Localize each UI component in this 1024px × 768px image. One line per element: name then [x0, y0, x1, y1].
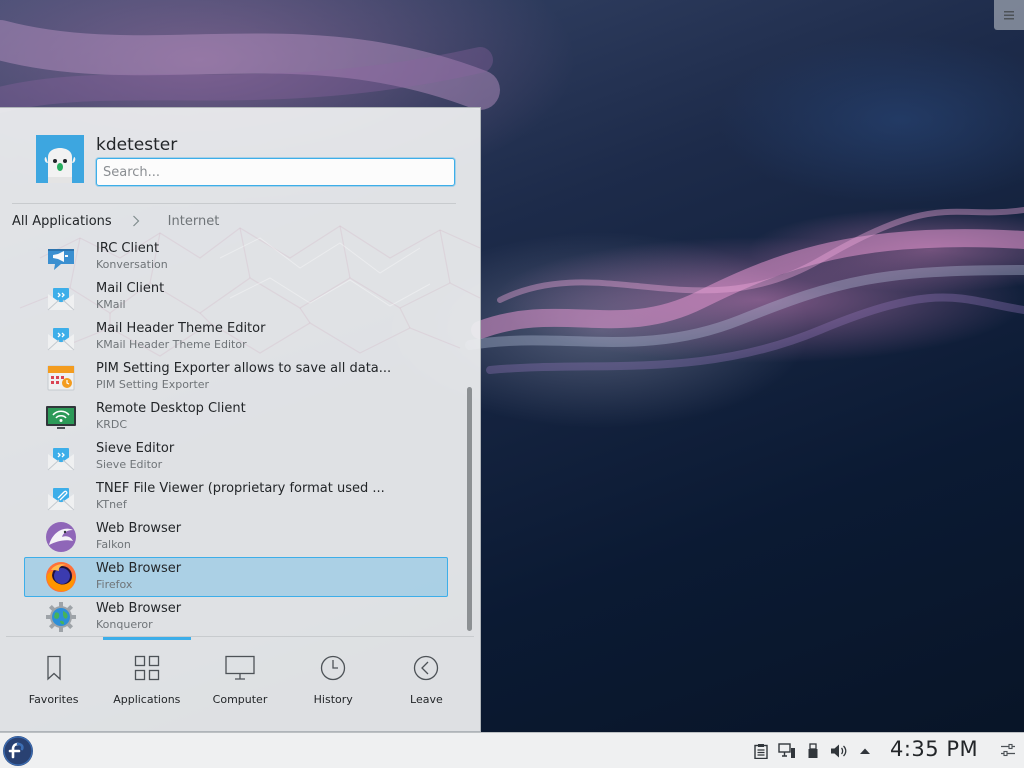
list-item[interactable]: IRC Client Konversation [24, 237, 448, 277]
desktop-toolbox-button[interactable] [994, 0, 1024, 30]
list-item[interactable]: Web Browser Falkon [24, 517, 448, 557]
mail-client-icon [47, 285, 75, 311]
removable-device-icon[interactable] [804, 742, 822, 760]
pim-setting-exporter-icon [47, 365, 75, 391]
app-generic-name: KTnef [96, 498, 127, 511]
app-name: Web Browser [96, 561, 182, 576]
app-name: Remote Desktop Client [96, 401, 246, 416]
header-divider [12, 203, 456, 204]
sieve-editor-icon [47, 445, 75, 471]
breadcrumb-internet[interactable]: Internet [168, 214, 220, 229]
computer-icon [225, 655, 255, 680]
bookmark-icon [46, 655, 61, 681]
list-item[interactable]: Remote Desktop Client KRDC [24, 397, 448, 437]
app-generic-name: Konversation [96, 258, 168, 271]
mail-header-theme-editor-icon [47, 325, 75, 351]
app-generic-name: KMail [96, 298, 126, 311]
clipboard-icon[interactable] [752, 742, 770, 760]
tnef-viewer-icon [47, 485, 75, 511]
application-launcher: kdetester All Applications Internet IRC … [0, 107, 481, 732]
application-list: IRC Client Konversation Mail Client KMai… [24, 237, 448, 635]
list-item[interactable]: Mail Header Theme Editor KMail Header Th… [24, 317, 448, 357]
fedora-logo-icon[interactable] [2, 735, 34, 767]
app-name: Web Browser [96, 601, 182, 616]
app-name: Web Browser [96, 521, 182, 536]
tabbar-divider [6, 636, 474, 637]
tab-label: Applications [113, 693, 181, 706]
app-generic-name: Firefox [96, 578, 133, 591]
user-face-icon [36, 135, 84, 183]
taskbar-panel: 4:35 PM [0, 732, 1024, 768]
tab-applications[interactable]: Applications [100, 640, 193, 730]
app-name: Mail Client [96, 281, 165, 296]
remote-desktop-icon [46, 406, 76, 429]
tab-computer[interactable]: Computer [193, 640, 286, 730]
expand-tray-arrow-icon[interactable] [856, 742, 874, 760]
system-tray [752, 741, 882, 761]
applications-grid-icon [134, 655, 159, 681]
falkon-icon [46, 522, 76, 552]
app-name: IRC Client [96, 241, 160, 256]
tab-label: History [313, 693, 353, 706]
irc-client-icon [48, 249, 74, 270]
breadcrumb-all-applications[interactable]: All Applications [12, 214, 112, 229]
user-name: kdetester [96, 135, 178, 155]
list-item[interactable]: PIM Setting Exporter allows to save all … [24, 357, 448, 397]
app-generic-name: KRDC [96, 418, 128, 431]
breadcrumb: All Applications Internet [12, 211, 219, 231]
chevron-right-icon [132, 215, 140, 227]
history-clock-icon [321, 655, 346, 681]
app-name: Sieve Editor [96, 441, 175, 456]
app-name: TNEF File Viewer (proprietary format use… [96, 481, 385, 496]
app-name: Mail Header Theme Editor [96, 321, 266, 336]
app-name: PIM Setting Exporter allows to save all … [96, 361, 392, 376]
list-item[interactable]: Web Browser Firefox [24, 557, 448, 597]
hamburger-menu-icon [1004, 11, 1014, 20]
tab-label: Computer [212, 693, 268, 706]
tab-history[interactable]: History [287, 640, 380, 730]
app-generic-name: Sieve Editor [96, 458, 163, 471]
panel-settings-icon[interactable] [1000, 742, 1016, 758]
list-item[interactable]: Web Browser Konqueror [24, 597, 448, 635]
leave-arrow-icon [414, 655, 439, 681]
firefox-icon [46, 562, 76, 592]
tab-favorites[interactable]: Favorites [7, 640, 100, 730]
list-item[interactable]: Mail Client KMail [24, 277, 448, 317]
tab-leave[interactable]: Leave [380, 640, 473, 730]
search-input[interactable] [96, 158, 455, 186]
volume-icon[interactable] [830, 742, 848, 760]
app-generic-name: Konqueror [96, 618, 153, 631]
app-generic-name: PIM Setting Exporter [96, 378, 210, 391]
list-item[interactable]: Sieve Editor Sieve Editor [24, 437, 448, 477]
network-icon[interactable] [778, 742, 796, 760]
user-avatar[interactable] [36, 135, 84, 183]
tab-label: Favorites [28, 693, 79, 706]
scrollbar[interactable] [467, 237, 473, 635]
digital-clock[interactable]: 4:35 PM [890, 737, 978, 761]
scrollbar-thumb[interactable] [467, 387, 472, 631]
launcher-tabbar: Favorites Applications Computer History … [7, 640, 473, 730]
list-item[interactable]: TNEF File Viewer (proprietary format use… [24, 477, 448, 517]
konqueror-icon [46, 602, 76, 632]
tab-label: Leave [410, 693, 443, 706]
app-generic-name: KMail Header Theme Editor [96, 338, 247, 351]
app-generic-name: Falkon [96, 538, 131, 551]
